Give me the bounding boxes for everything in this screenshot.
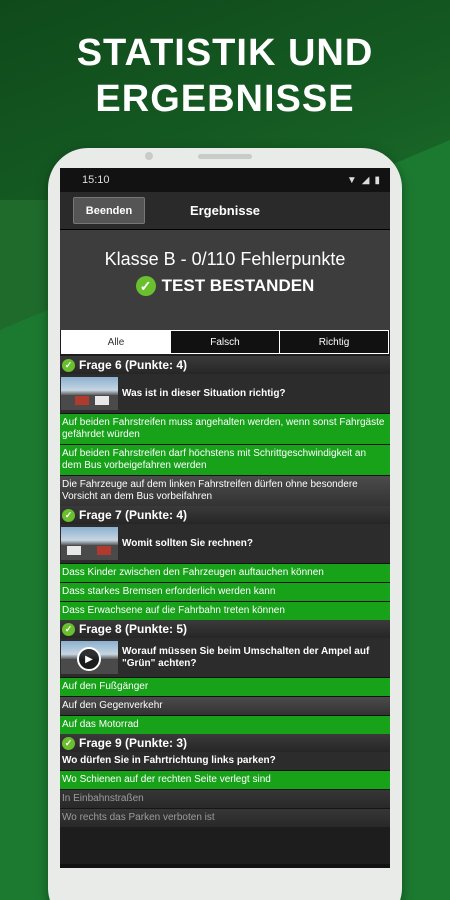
question-number: Frage 8 (Punkte: 5) [79,622,188,636]
answer-item: In Einbahnstraßen [60,789,390,808]
answer-item: Dass starkes Bremsen erforderlich werden… [60,582,390,601]
answer-item: Wo rechts das Parken verboten ist [60,808,390,827]
promo-headline: STATISTIK UND ERGEBNISSE [0,30,450,122]
answer-item: Die Fahrzeuge auf dem linken Fahrstreife… [60,475,390,506]
headline-line-2: ERGEBNISSE [95,78,355,120]
question-thumbnail [61,377,118,410]
answer-item: Dass Kinder zwischen den Fahrzeugen auft… [60,563,390,582]
question-thumbnail [61,527,118,560]
question-header[interactable]: ✓ Frage 6 (Punkte: 4) [60,356,390,374]
check-icon: ✓ [62,622,75,636]
question-text: Wo dürfen Sie in Fahrtrichtung links par… [62,755,276,766]
status-time: 15:10 [82,174,110,186]
question-number: Frage 7 (Punkte: 4) [79,508,188,522]
question-row[interactable]: Wo dürfen Sie in Fahrtrichtung links par… [60,752,390,770]
navigation-bar [60,864,390,868]
question-row[interactable]: Womit sollten Sie rechnen? [60,524,390,563]
battery-icon: ▮ [374,174,380,186]
question-row[interactable]: Was ist in dieser Situation richtig? [60,374,390,413]
question-thumbnail: ▶ [61,641,118,674]
app-bar: Beenden Ergebnisse [60,192,390,230]
question-number: Frage 6 (Punkte: 4) [79,358,188,372]
question-list: ✓ Frage 6 (Punkte: 4) Was ist in dieser … [60,354,390,827]
question-row[interactable]: ▶ Worauf müssen Sie beim Umschalten der … [60,638,390,677]
tab-falsch[interactable]: Falsch [171,331,280,353]
score-text: Klasse B - 0/110 Fehlerpunkte [104,249,346,269]
tab-richtig[interactable]: Richtig [280,331,388,353]
phone-frame: 15:10 ▼ ◢ ▮ Beenden Ergebnisse Klasse B … [48,148,402,900]
question-text: Womit sollten Sie rechnen? [122,537,253,549]
answer-item: Auf das Motorrad [60,715,390,734]
signal-icon: ◢ [361,174,370,186]
check-icon: ✓ [135,276,156,296]
question-header[interactable]: ✓ Frage 7 (Punkte: 4) [60,506,390,524]
speaker-grille [198,154,252,159]
check-icon: ✓ [62,736,75,750]
answer-item: Wo Schienen auf der rechten Seite verleg… [60,770,390,789]
answer-item: Dass Erwachsene auf die Fahrbahn treten … [60,601,390,620]
question-header[interactable]: ✓ Frage 8 (Punkte: 5) [60,620,390,638]
answer-item: Auf beiden Fahrstreifen darf höchstens m… [60,444,390,475]
status-bar: 15:10 ▼ ◢ ▮ [60,168,390,192]
camera-icon [145,152,153,160]
play-icon[interactable]: ▶ [77,647,101,671]
result-text: TEST BESTANDEN [161,276,315,295]
filter-tabs: Alle Falsch Richtig [61,330,389,354]
result-summary: Klasse B - 0/110 Fehlerpunkte ✓ TEST BES… [60,230,390,330]
page-title: Ergebnisse [189,203,261,218]
question-text: Worauf müssen Sie beim Umschalten der Am… [122,645,370,669]
question-header[interactable]: ✓ Frage 9 (Punkte: 3) [60,734,390,752]
check-icon: ✓ [62,358,75,372]
result-badge: ✓ TEST BESTANDEN [60,276,390,296]
question-number: Frage 9 (Punkte: 3) [79,736,188,750]
check-icon: ✓ [62,508,75,522]
app-screen: 15:10 ▼ ◢ ▮ Beenden Ergebnisse Klasse B … [60,168,390,868]
question-text: Was ist in dieser Situation richtig? [122,387,286,399]
answer-item: Auf beiden Fahrstreifen muss angehalten … [60,413,390,444]
answer-item: Auf den Fußgänger [60,677,390,696]
tab-alle[interactable]: Alle [62,331,171,353]
wifi-icon: ▼ [346,174,357,186]
headline-line-1: STATISTIK UND [76,32,374,74]
answer-item: Auf den Gegenverkehr [60,696,390,715]
